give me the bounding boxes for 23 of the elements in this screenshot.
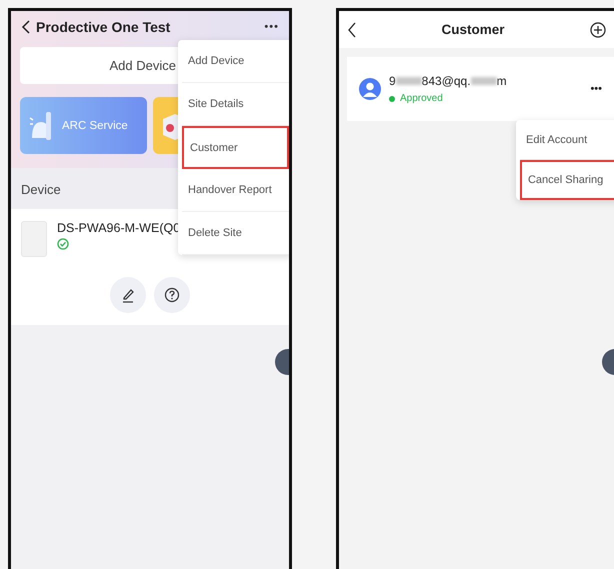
edit-button[interactable] — [110, 277, 146, 313]
back-icon[interactable] — [21, 20, 30, 34]
device-name[interactable]: DS-PWA96-M-WE(Q0 — [57, 221, 180, 235]
customer-email: 9 843@qq. m — [388, 74, 507, 88]
screen-title: Customer — [440, 22, 506, 37]
back-icon[interactable] — [346, 22, 356, 38]
tile-label: ARC Service — [62, 120, 128, 132]
menu-item[interactable]: Cancel Sharing — [520, 160, 614, 200]
help-button[interactable] — [154, 277, 190, 313]
device-image — [21, 221, 47, 257]
more-button[interactable]: ••• — [264, 21, 279, 33]
status-label: Approved — [400, 93, 443, 104]
help-icon — [164, 287, 180, 303]
menu-item[interactable]: Site Details — [182, 83, 289, 126]
more-button[interactable]: ••• — [590, 83, 602, 95]
menu-item[interactable]: Customer — [182, 126, 289, 169]
add-icon[interactable] — [590, 22, 606, 38]
menu-item[interactable]: Add Device — [182, 40, 289, 83]
menu-item[interactable]: Handover Report — [182, 169, 289, 212]
screen-title: Prodective One Test — [36, 19, 170, 35]
avatar-icon — [358, 78, 381, 100]
menu-item[interactable]: Delete Site — [182, 212, 289, 255]
menu-item[interactable]: Edit Account — [520, 120, 614, 160]
